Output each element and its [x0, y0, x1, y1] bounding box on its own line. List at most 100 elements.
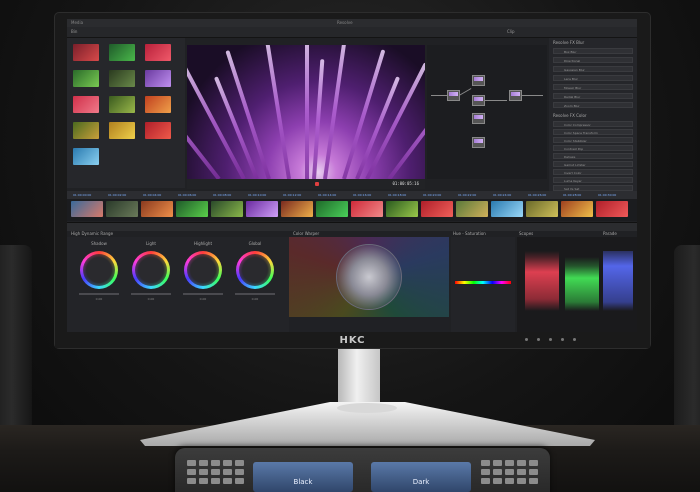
clip-thumb[interactable] [106, 201, 138, 217]
hue-spectrum-bar[interactable] [455, 281, 511, 284]
effect-item[interactable]: Color Compressor [553, 121, 633, 127]
clip-timecode: 01:00:04:00 [143, 193, 162, 197]
effect-item[interactable]: Gamut Limiter [553, 161, 633, 167]
clip-timecode: 01:00:00:00 [73, 193, 92, 197]
clip-timecode: 01:00:28:00 [563, 193, 582, 197]
clip-timecode: 01:00:26:00 [528, 193, 547, 197]
effect-item[interactable]: Dehaze [553, 153, 633, 159]
viewer-image[interactable] [187, 45, 425, 179]
monitor-button[interactable] [561, 338, 564, 341]
clip-timecode: 01:00:16:00 [353, 193, 372, 197]
node-05[interactable] [472, 137, 485, 148]
effect-item[interactable]: Box Blur [553, 48, 633, 54]
effect-item[interactable]: Color Space Transform [553, 129, 633, 135]
monitor-screen: Media Resolve Bin Clip 01:00:05:16 Resol… [67, 19, 637, 332]
parade-green-channel [565, 251, 599, 311]
color-control-panel: Black Dark [175, 448, 550, 492]
clip-thumb[interactable] [526, 201, 558, 217]
effect-item[interactable]: Contrast Pop [553, 145, 633, 151]
node-editor[interactable] [427, 45, 547, 179]
clip-thumb[interactable] [561, 201, 593, 217]
media-thumb[interactable] [73, 148, 99, 165]
wheel-label: Highlight [193, 241, 213, 246]
media-thumb[interactable] [145, 44, 171, 61]
node-02[interactable] [472, 75, 485, 86]
clip-mode-label[interactable]: Clip [507, 27, 515, 37]
wheel-value: 0.00 [199, 297, 207, 301]
clip-thumb[interactable] [386, 201, 418, 217]
warper-controls [289, 317, 449, 332]
clip-timecode: 01:00:30:00 [598, 193, 617, 197]
speaker-right [674, 245, 700, 455]
color-wheel-light[interactable] [132, 251, 170, 289]
monitor-button[interactable] [549, 338, 552, 341]
color-wheels-panel: Shadow 0.00 Light 0.00 Highlight 0.00 Gl… [67, 237, 289, 332]
effect-item[interactable]: Radial Blur [553, 93, 633, 99]
media-thumb[interactable] [145, 70, 171, 87]
effect-item[interactable]: Invert Color [553, 169, 633, 175]
color-wheel-shadow[interactable] [80, 251, 118, 289]
media-thumb[interactable] [73, 70, 99, 87]
wheel-label: Shadow [91, 241, 107, 246]
media-thumb[interactable] [73, 96, 99, 113]
effects-section-blur: Resolve FX Blur [553, 40, 585, 45]
media-pool [67, 38, 185, 188]
effects-section-color: Resolve FX Color [553, 113, 587, 118]
clip-timecode: 01:00:08:00 [213, 193, 232, 197]
record-button[interactable] [315, 182, 319, 186]
media-thumb[interactable] [109, 70, 135, 87]
clip-thumb[interactable] [211, 201, 243, 217]
media-thumb[interactable] [109, 122, 135, 139]
clip-thumb[interactable] [246, 201, 278, 217]
wheel-value: 0.00 [251, 297, 259, 301]
wheel-slider[interactable] [131, 293, 171, 295]
clip-thumb[interactable] [141, 201, 173, 217]
wheel-slider[interactable] [235, 293, 275, 295]
effect-item[interactable]: Zoom Blur [553, 102, 633, 108]
effect-item[interactable]: Color Stabilizer [553, 137, 633, 143]
effect-item[interactable]: Gaussian Blur [553, 66, 633, 72]
monitor-button[interactable] [525, 338, 528, 341]
color-wheel-global[interactable] [236, 251, 274, 289]
clip-thumb[interactable] [351, 201, 383, 217]
clip-thumb[interactable] [421, 201, 453, 217]
media-thumb[interactable] [145, 122, 171, 139]
media-thumb[interactable] [73, 44, 99, 61]
clip-thumb[interactable] [71, 201, 103, 217]
clip-thumb[interactable] [491, 201, 523, 217]
toolbar: Bin Clip [67, 27, 637, 38]
node-03[interactable] [472, 95, 485, 106]
clip-thumb[interactable] [456, 201, 488, 217]
menu-media[interactable]: Media [71, 19, 83, 27]
node-04[interactable] [472, 113, 485, 124]
wheel-label: Light [146, 241, 156, 246]
color-wheel-highlight[interactable] [184, 251, 222, 289]
monitor-button[interactable] [573, 338, 576, 341]
media-thumb[interactable] [109, 96, 135, 113]
media-thumb[interactable] [145, 96, 171, 113]
effects-library: Resolve FX Blur Box Blur Directional Gau… [549, 38, 637, 198]
clip-timecode: 01:00:24:00 [493, 193, 512, 197]
wheel-value: 0.00 [147, 297, 155, 301]
effect-item[interactable]: Mosaic Blur [553, 84, 633, 90]
monitor-button[interactable] [537, 338, 540, 341]
effect-item[interactable]: Lens Blur [553, 75, 633, 81]
clip-thumb[interactable] [596, 201, 628, 217]
scene: Black Dark Media Resolve Bin Clip 01:00:… [0, 0, 700, 492]
wheel-slider[interactable] [79, 293, 119, 295]
wheel-slider[interactable] [183, 293, 223, 295]
bin-label[interactable]: Bin [71, 27, 77, 37]
warper-mesh[interactable] [337, 245, 401, 309]
media-thumb[interactable] [109, 44, 135, 61]
parade-red-channel [525, 251, 559, 311]
clip-thumb[interactable] [316, 201, 348, 217]
effect-item[interactable]: Directional [553, 57, 633, 63]
color-warper-grid[interactable] [289, 237, 449, 317]
effect-item[interactable]: Luma Keyer [553, 177, 633, 183]
clip-thumb[interactable] [281, 201, 313, 217]
scopes-panel [517, 237, 637, 332]
monitor: Media Resolve Bin Clip 01:00:05:16 Resol… [55, 13, 650, 348]
clip-thumb[interactable] [176, 201, 208, 217]
color-toolbar [67, 222, 637, 231]
media-thumb[interactable] [73, 122, 99, 139]
